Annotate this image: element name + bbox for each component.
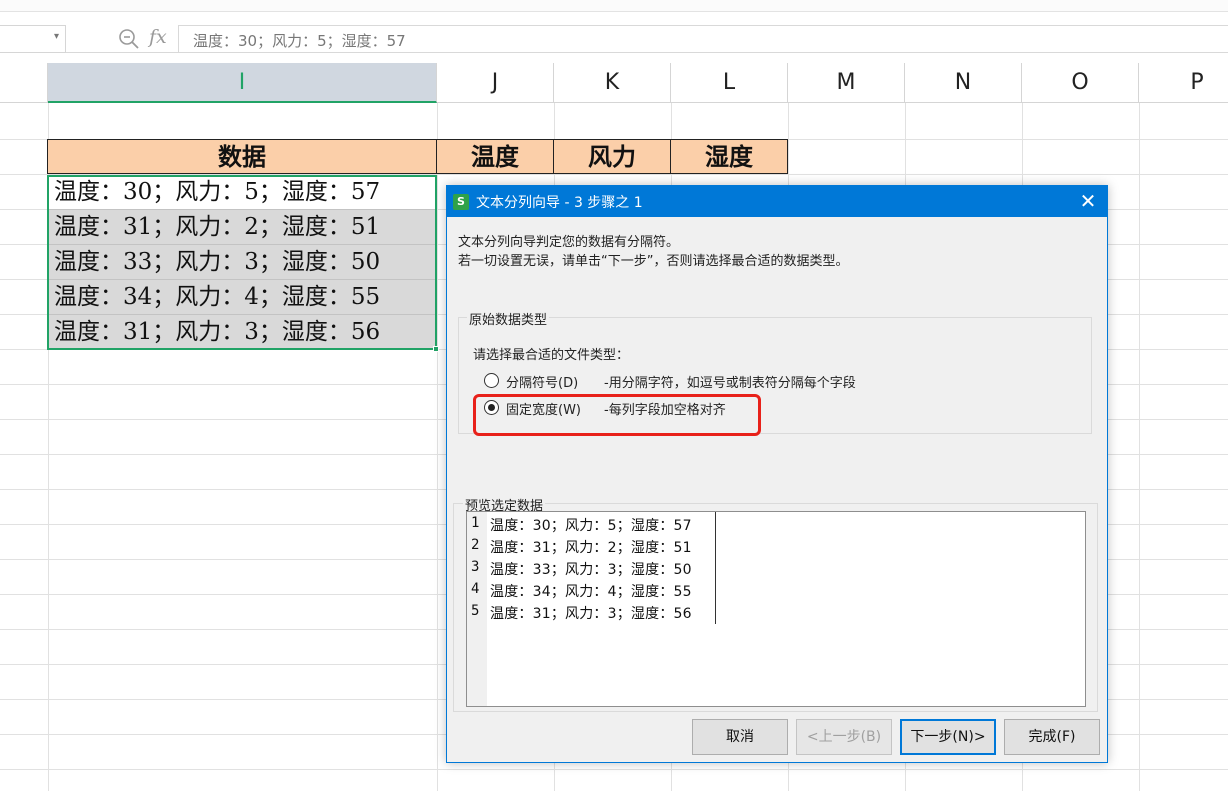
grid-line (0, 769, 1228, 770)
grid-line (437, 103, 438, 791)
group-title: 原始数据类型 (467, 309, 550, 328)
column-header-p[interactable]: P (1139, 63, 1228, 103)
column-header-l[interactable]: L (671, 63, 788, 103)
table-header-cell[interactable]: 温度 (436, 139, 554, 174)
red-highlight-annotation (473, 394, 761, 436)
preview-line-number: 2 (471, 537, 480, 553)
column-header-i[interactable]: I (48, 63, 437, 103)
ribbon-strip (0, 0, 1228, 12)
close-icon[interactable]: ✕ (1072, 188, 1104, 215)
column-header-k[interactable]: K (554, 63, 671, 103)
zoom-icon[interactable] (118, 28, 140, 50)
preview-line: 温度：31；风力：3；湿度：56 (490, 606, 692, 622)
fx-icon[interactable]: fx (149, 26, 167, 48)
column-header-o[interactable]: O (1022, 63, 1139, 103)
cancel-button[interactable]: 取消 (692, 719, 788, 755)
preview-line-number: 4 (471, 581, 480, 597)
text-to-columns-dialog: S 文本分列向导 - 3 步骤之 1 ✕ 文本分列向导判定您的数据有分隔符。 若… (446, 185, 1108, 763)
table-header-cell[interactable]: 风力 (553, 139, 671, 174)
dialog-titlebar[interactable]: S 文本分列向导 - 3 步骤之 1 ✕ (447, 186, 1107, 217)
preview-line: 温度：30；风力：5；湿度：57 (490, 518, 692, 534)
column-header-h[interactable] (0, 63, 48, 103)
table-header-cell[interactable]: 湿度 (670, 139, 788, 174)
dialog-title: 文本分列向导 - 3 步骤之 1 (476, 195, 643, 211)
column-break-line[interactable] (715, 512, 716, 624)
chevron-down-icon[interactable]: ▾ (54, 31, 59, 42)
delimited-desc: -用分隔字符，如逗号或制表符分隔每个字段 (604, 376, 856, 391)
table-header-cell[interactable]: 数据 (47, 139, 437, 174)
delimited-label[interactable]: 分隔符号(D) (506, 372, 578, 391)
selection-border (47, 175, 437, 350)
next-button[interactable]: 下一步(N)> (900, 719, 996, 755)
finish-button[interactable]: 完成(F) (1004, 719, 1100, 755)
column-header-j[interactable]: J (437, 63, 554, 103)
intro-text: 若一切设置无误，请单击“下一步”，否则请选择最合适的数据类型。 (458, 254, 849, 269)
preview-line-number: 5 (471, 603, 480, 619)
column-header-m[interactable]: M (788, 63, 905, 103)
column-header-n[interactable]: N (905, 63, 1022, 103)
formula-input[interactable]: 温度：30；风力：5；湿度：57 (178, 25, 1228, 53)
back-button[interactable]: <上一步(B) (796, 719, 892, 755)
delimited-radio[interactable] (484, 373, 499, 388)
wps-app-icon: S (453, 194, 469, 210)
preview-box[interactable]: 1 温度：30；风力：5；湿度：57 2 温度：31；风力：2；湿度：51 3 … (466, 511, 1086, 707)
preview-line: 温度：34；风力：4；湿度：55 (490, 584, 692, 600)
preview-line-number: 1 (471, 515, 480, 531)
fill-handle[interactable] (433, 346, 439, 352)
preview-line-number: 3 (471, 559, 480, 575)
choose-type-label: 请选择最合适的文件类型： (473, 348, 630, 363)
intro-text: 文本分列向导判定您的数据有分隔符。 (458, 235, 680, 250)
preview-line: 温度：33；风力：3；湿度：50 (490, 562, 692, 578)
preview-line: 温度：31；风力：2；湿度：51 (490, 540, 692, 556)
grid-line (1139, 103, 1140, 791)
